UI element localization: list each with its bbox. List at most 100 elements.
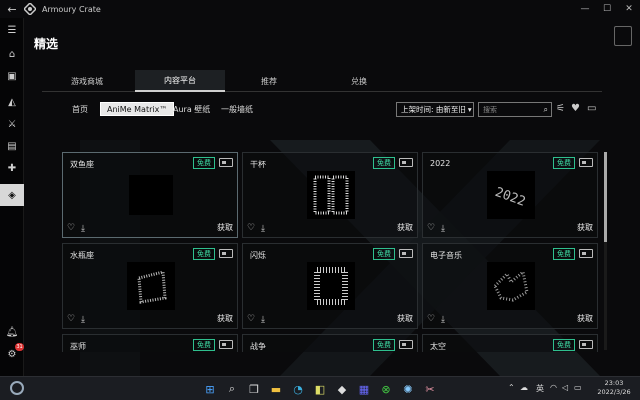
get-button[interactable]: 获取 xyxy=(217,313,233,324)
scrollbar[interactable] xyxy=(604,152,607,350)
heart-icon[interactable]: ♡ xyxy=(67,314,75,324)
get-button[interactable]: 获取 xyxy=(397,222,413,233)
snipping-tool-icon[interactable]: ✂ xyxy=(422,381,438,397)
search-icon[interactable]: ⌕ xyxy=(224,381,240,397)
scrollbar-thumb[interactable] xyxy=(604,152,607,242)
card-title: 干杯 xyxy=(250,160,266,169)
show-hidden-icons[interactable]: ⌃ xyxy=(508,383,515,392)
preview-image xyxy=(487,262,535,310)
system-clock[interactable]: 23:03 2022/3/26 xyxy=(592,379,636,397)
card-title: 闪烁 xyxy=(250,251,266,260)
tab-recommended[interactable]: 推荐 xyxy=(224,70,314,92)
search-input[interactable]: 搜索 xyxy=(483,105,497,115)
card-electronic-music[interactable]: 电子音乐 免费 ♡ ⤓ 获取 xyxy=(422,243,598,329)
card-pisces[interactable]: 双鱼座 免费 ♡ ⤓ 获取 xyxy=(62,152,238,238)
free-badge: 免费 xyxy=(193,157,215,169)
minimize-icon[interactable]: — xyxy=(574,4,596,14)
anime-matrix-device-icon xyxy=(579,249,593,258)
card-war[interactable]: 战争 免费 xyxy=(242,334,418,352)
clock-date: 2022/3/26 xyxy=(597,388,631,396)
settings-app-icon[interactable]: ▦ xyxy=(356,381,372,397)
onedrive-cloud-icon[interactable]: ☁ xyxy=(520,383,528,392)
card-title: 巫师 xyxy=(70,342,86,351)
get-button[interactable]: 获取 xyxy=(577,222,593,233)
card-aquarius[interactable]: 水瓶座 免费 ♡ ⤓ 获取 xyxy=(62,243,238,329)
card-cheers[interactable]: 干杯 免费 ♡ ⤓ 获取 xyxy=(242,152,418,238)
card-space[interactable]: 太空 免费 xyxy=(422,334,598,352)
download-icon[interactable]: ⤓ xyxy=(261,315,265,325)
card-twinkle[interactable]: 闪烁 免费 ♡ ⤓ 获取 xyxy=(242,243,418,329)
heart-icon[interactable]: ♡ xyxy=(247,223,255,233)
card-title: 水瓶座 xyxy=(70,251,94,260)
tab-redeem[interactable]: 兑换 xyxy=(314,70,404,92)
notification-bell-icon[interactable]: 🔔︎ xyxy=(4,324,20,340)
sort-dropdown[interactable]: 上架时间: 由新至旧 ▾ xyxy=(396,102,474,117)
download-icon[interactable]: ⤓ xyxy=(441,315,445,325)
volume-icon[interactable]: ◁ xyxy=(562,383,568,392)
game-library-icon[interactable]: ✚ xyxy=(4,160,20,176)
start-windows-icon[interactable]: ⊞ xyxy=(202,381,218,397)
free-badge: 免费 xyxy=(373,248,395,260)
menu-icon[interactable]: ☰ xyxy=(4,22,20,38)
favorites-heart-icon[interactable]: ♥ xyxy=(571,103,580,114)
filter-icon[interactable]: ⚟ xyxy=(556,103,565,114)
battery-icon[interactable]: ▭ xyxy=(574,383,582,392)
download-icon[interactable]: ⤓ xyxy=(81,224,85,234)
search-icon[interactable]: ⌕ xyxy=(544,105,548,115)
store-icon[interactable]: ◧ xyxy=(312,381,328,397)
page-title: 精选 xyxy=(34,37,59,51)
subnav-home[interactable]: 首页 xyxy=(72,102,88,116)
device-icon[interactable]: ▣ xyxy=(4,68,20,84)
anime-matrix-device-icon xyxy=(219,158,233,167)
tab-game-store[interactable]: 游戏商城 xyxy=(42,70,132,92)
heart-icon[interactable]: ♡ xyxy=(67,223,75,233)
folder-icon[interactable]: ▭ xyxy=(587,103,596,114)
download-icon[interactable]: ⤓ xyxy=(441,224,445,234)
subnav-anime-matrix[interactable]: AniMe Matrix™ xyxy=(100,102,175,116)
featured-tag-icon[interactable]: ◈ xyxy=(0,184,24,206)
heart-icon[interactable]: ♡ xyxy=(247,314,255,324)
rog-logo-icon xyxy=(24,3,36,15)
notification-count-badge: 31 xyxy=(15,343,24,351)
search-box[interactable]: 搜索 ⌕ xyxy=(478,102,552,117)
caret-down-icon: ▾ xyxy=(467,105,472,114)
anime-matrix-device-icon xyxy=(219,340,233,349)
anime-matrix-device-icon xyxy=(579,340,593,349)
preview-image xyxy=(129,175,173,215)
file-explorer-icon[interactable]: ▬ xyxy=(268,381,284,397)
sort-label: 上架时间: 由新至旧 xyxy=(401,105,466,114)
get-button[interactable]: 获取 xyxy=(397,313,413,324)
armoury-icon[interactable]: ⚔ xyxy=(4,116,20,132)
download-icon[interactable]: ⤓ xyxy=(261,224,265,234)
armoury-crate-taskbar-icon[interactable]: ◆ xyxy=(334,381,350,397)
close-icon[interactable]: ✕ xyxy=(618,4,640,14)
card-title: 电子音乐 xyxy=(430,251,462,260)
wifi-icon[interactable]: ◠ xyxy=(550,383,557,392)
maximize-icon[interactable]: ☐ xyxy=(596,4,618,14)
home-icon[interactable]: ⌂ xyxy=(4,46,20,62)
edge-browser-icon[interactable]: ◔ xyxy=(290,381,306,397)
app-title: Armoury Crate xyxy=(42,4,101,14)
free-badge: 免费 xyxy=(553,157,575,169)
gear-app-icon[interactable]: ✺ xyxy=(400,381,416,397)
tab-content-platform[interactable]: 内容平台 xyxy=(135,70,225,92)
free-badge: 免费 xyxy=(553,248,575,260)
task-view-icon[interactable]: ❐ xyxy=(246,381,262,397)
aura-icon[interactable]: ◭ xyxy=(4,94,20,110)
input-method-indicator[interactable]: 英 xyxy=(536,383,544,394)
weather-widget-icon[interactable] xyxy=(10,381,24,395)
back-arrow-icon[interactable]: ← xyxy=(0,3,24,16)
subnav-aura-wallpaper[interactable]: Aura 壁纸 xyxy=(173,102,210,116)
heart-icon[interactable]: ♡ xyxy=(427,314,435,324)
card-2022[interactable]: 2022 免费 2022 ♡ ⤓ 获取 xyxy=(422,152,598,238)
scenario-icon[interactable]: ▤ xyxy=(4,138,20,154)
xbox-icon[interactable]: ⊗ xyxy=(378,381,394,397)
download-icon[interactable]: ⤓ xyxy=(81,315,85,325)
heart-icon[interactable]: ♡ xyxy=(427,223,435,233)
card-wizard[interactable]: 巫师 免费 xyxy=(62,334,238,352)
anime-matrix-device-icon xyxy=(399,340,413,349)
device-panel-icon[interactable] xyxy=(614,26,632,46)
get-button[interactable]: 获取 xyxy=(577,313,593,324)
get-button[interactable]: 获取 xyxy=(217,222,233,233)
subnav-general-wallpaper[interactable]: 一般墙纸 xyxy=(221,102,253,116)
